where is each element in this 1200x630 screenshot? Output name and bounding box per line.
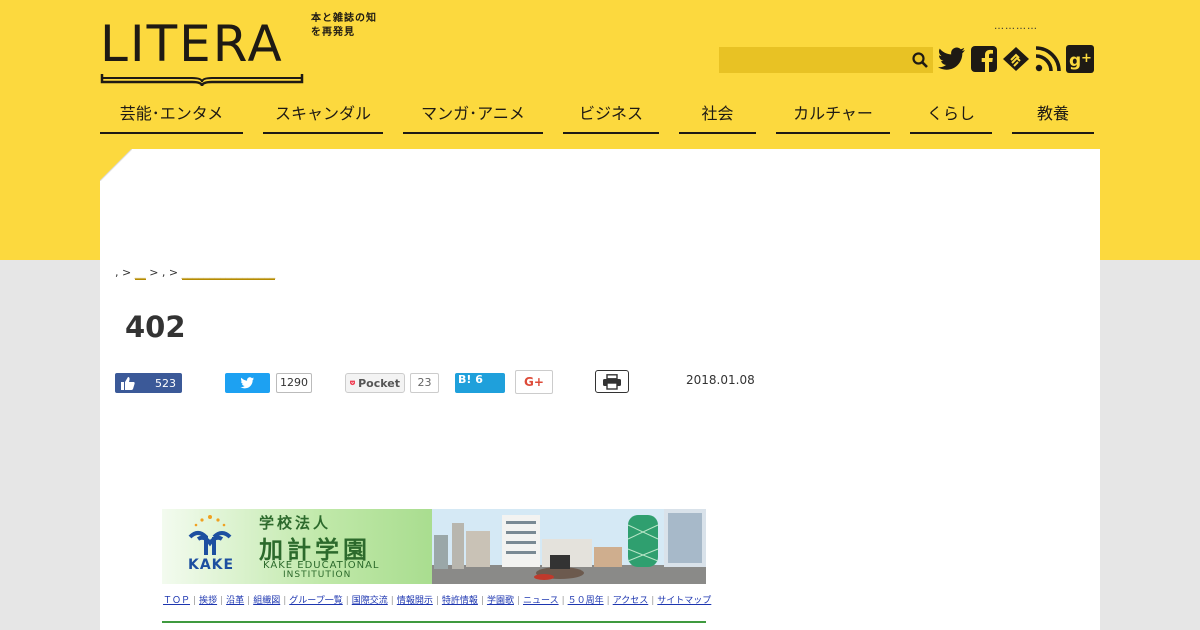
nav-item-education[interactable]: 教養	[1012, 100, 1094, 134]
banner-link[interactable]: サイトマップ	[657, 596, 711, 606]
hatena-bookmark-button[interactable]: B! 6	[455, 373, 505, 393]
nav-item-lifestyle[interactable]: くらし	[910, 100, 992, 134]
nav-item-manga-anime[interactable]: マンガ･アニメ	[403, 100, 543, 134]
kake-wordmark: KAKE	[188, 557, 235, 573]
site-logo[interactable]: LITERA 本と雑誌の知を再発見	[100, 12, 380, 86]
logo-tagline: 本と雑誌の知を再発見	[311, 13, 377, 38]
banner-link[interactable]: 国際交流	[352, 596, 388, 606]
tweet-count: 1290	[276, 373, 312, 393]
pocket-button[interactable]: Pocket	[345, 373, 405, 393]
feedly-icon[interactable]	[1002, 45, 1030, 73]
kake-banner-image: KAKE 学校法人 加計学園 KAKE EDUCATIONAL INSTITUT…	[162, 509, 706, 584]
banner-link[interactable]: ニュース	[523, 596, 559, 606]
kake-emblem-icon	[188, 515, 232, 555]
twitter-bird-icon	[240, 377, 254, 389]
banner-link[interactable]: 学園歌	[487, 596, 514, 606]
banner-link[interactable]: 沿革	[226, 596, 244, 606]
header-dots: …………	[994, 21, 1038, 32]
hatena-label: B!	[458, 373, 472, 386]
banner-link[interactable]: ＴＯＰ	[163, 596, 190, 606]
article-title: 402	[125, 310, 186, 344]
category-nav: 芸能･エンタメ スキャンダル マンガ･アニメ ビジネス 社会 カルチャー くらし…	[100, 100, 1100, 134]
printer-icon	[603, 373, 621, 390]
breadcrumb-separator: > , >	[145, 266, 182, 279]
article-date: 2018.01.08	[686, 373, 755, 387]
rss-icon[interactable]	[1034, 45, 1062, 73]
nav-item-society[interactable]: 社会	[679, 100, 756, 134]
facebook-like-button[interactable]: 523	[115, 373, 182, 393]
breadcrumb-link-article[interactable]: _________________	[181, 266, 276, 280]
banner-divider	[162, 621, 706, 623]
hatena-count: 6	[475, 373, 483, 386]
banner-link[interactable]: 特許情報	[442, 596, 478, 606]
search-input[interactable]	[719, 47, 907, 73]
pocket-icon	[350, 380, 356, 386]
print-button[interactable]	[595, 370, 629, 393]
banner-link[interactable]: ５０周年	[568, 596, 604, 606]
nav-item-entertainment[interactable]: 芸能･エンタメ	[100, 100, 243, 134]
svg-text:g: g	[1069, 51, 1081, 71]
banner-link[interactable]: 挨拶	[199, 596, 217, 606]
svg-text:+: +	[1081, 51, 1092, 66]
social-links: g +	[938, 45, 1094, 73]
banner-link[interactable]: 情報開示	[397, 596, 433, 606]
book-icon	[100, 74, 304, 86]
banner-link[interactable]: アクセス	[613, 596, 649, 606]
pocket-label: Pocket	[358, 376, 400, 390]
search-box	[719, 47, 933, 73]
google-plus-share-button[interactable]: G+	[515, 370, 553, 394]
breadcrumb-separator: , >	[115, 266, 135, 279]
facebook-icon[interactable]	[970, 45, 998, 73]
facebook-like-count: 523	[155, 376, 176, 390]
google-plus-icon[interactable]: g +	[1066, 45, 1094, 73]
logo-wordmark: LITERA	[100, 15, 284, 73]
pocket-count: 23	[410, 373, 439, 393]
twitter-icon[interactable]	[938, 45, 966, 73]
banner-link[interactable]: グループ一覧	[289, 596, 342, 606]
breadcrumb: , > __ > , > _________________	[115, 266, 276, 280]
thumbs-up-icon	[121, 376, 135, 390]
nav-item-culture[interactable]: カルチャー	[776, 100, 890, 134]
banner-nav-links: ＴＯＰ | 挨拶 | 沿革 | 組織図 | グループ一覧 | 国際交流 | 情報開示 | 特許情報 | 学園歌 |…	[163, 596, 712, 606]
campus-buildings-image	[432, 509, 706, 584]
nav-item-business[interactable]: ビジネス	[563, 100, 659, 134]
nav-item-scandal[interactable]: スキャンダル	[263, 100, 383, 134]
banner-link[interactable]: 組織図	[253, 596, 280, 606]
page-fold-corner	[100, 149, 132, 181]
breadcrumb-link-category[interactable]: __	[134, 266, 146, 280]
tweet-button[interactable]	[225, 373, 270, 393]
search-icon[interactable]	[907, 47, 933, 73]
banner-english-line2: INSTITUTION	[283, 570, 352, 580]
